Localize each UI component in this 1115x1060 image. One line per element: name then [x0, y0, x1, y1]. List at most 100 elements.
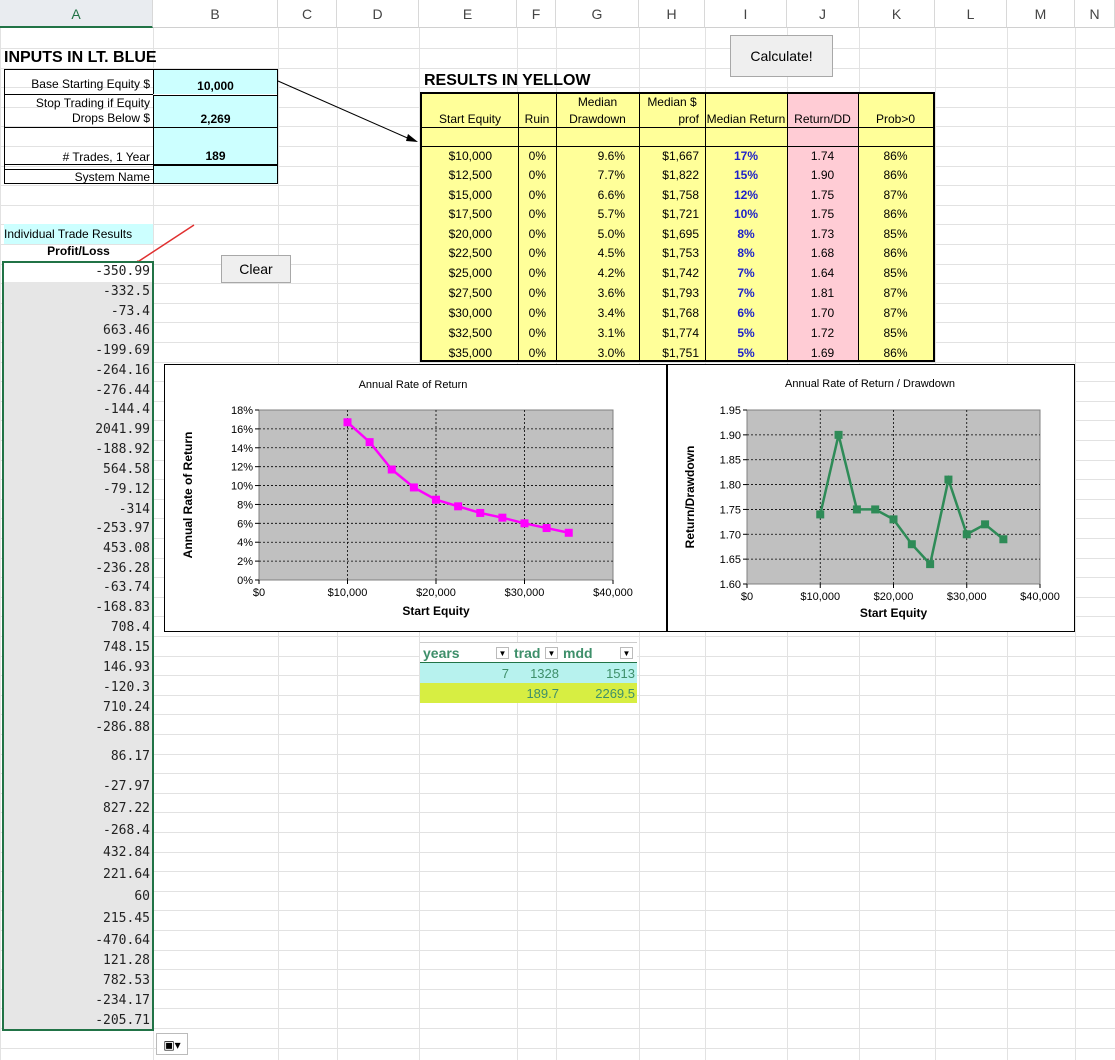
- chart-annual-return[interactable]: 0% 2% 4% 6% 8% 10% 12% 14% 16% 18% $0 $10,000 $20,00…: [164, 364, 667, 632]
- results-cell-r10-c4[interactable]: 5%: [705, 344, 787, 363]
- results-cell-r8-c5[interactable]: 1.70: [787, 304, 858, 323]
- data-point[interactable]: [498, 513, 507, 522]
- trade-value-cell[interactable]: 60: [4, 889, 152, 904]
- filter-years-icon[interactable]: ▼: [496, 647, 509, 659]
- trade-value-cell[interactable]: -350.99: [4, 264, 152, 279]
- results-cell-r0-c4[interactable]: 17%: [705, 147, 787, 166]
- filter-trad-icon[interactable]: ▼: [545, 647, 558, 659]
- results-cell-r7-c3[interactable]: $1,793: [639, 284, 705, 303]
- trade-value-cell[interactable]: 748.15: [4, 640, 152, 655]
- paste-options-icon[interactable]: ▣▾: [156, 1033, 188, 1055]
- results-cell-r1-c5[interactable]: 1.90: [787, 166, 858, 185]
- data-point[interactable]: [365, 438, 374, 447]
- data-point[interactable]: [907, 540, 916, 549]
- trade-value-cell[interactable]: 2041.99: [4, 422, 152, 437]
- results-cell-r3-c0[interactable]: $17,500: [422, 205, 518, 224]
- results-cell-r10-c0[interactable]: $35,000: [422, 344, 518, 363]
- data-point[interactable]: [409, 483, 418, 492]
- results-cell-r4-c0[interactable]: $20,000: [422, 225, 518, 244]
- results-cell-r8-c2[interactable]: 3.4%: [556, 304, 639, 323]
- results-cell-r0-c2[interactable]: 9.6%: [556, 147, 639, 166]
- results-cell-r10-c5[interactable]: 1.69: [787, 344, 858, 363]
- trade-value-cell[interactable]: 432.84: [4, 845, 152, 860]
- results-cell-r4-c4[interactable]: 8%: [705, 225, 787, 244]
- results-cell-r5-c6[interactable]: 86%: [858, 244, 933, 263]
- data-point[interactable]: [871, 505, 880, 514]
- data-point[interactable]: [999, 535, 1008, 544]
- results-cell-r10-c1[interactable]: 0%: [518, 344, 556, 363]
- results-cell-r4-c5[interactable]: 1.73: [787, 225, 858, 244]
- trade-value-cell[interactable]: -199.69: [4, 343, 152, 358]
- data-point[interactable]: [387, 465, 396, 474]
- trade-value-cell[interactable]: -168.83: [4, 600, 152, 615]
- results-cell-r5-c1[interactable]: 0%: [518, 244, 556, 263]
- results-cell-r6-c2[interactable]: 4.2%: [556, 264, 639, 283]
- trade-value-cell[interactable]: 564.58: [4, 462, 152, 477]
- results-cell-r3-c6[interactable]: 86%: [858, 205, 933, 224]
- results-cell-r0-c0[interactable]: $10,000: [422, 147, 518, 166]
- trade-value-cell[interactable]: -188.92: [4, 442, 152, 457]
- results-cell-r10-c2[interactable]: 3.0%: [556, 344, 639, 363]
- trade-value-cell[interactable]: 827.22: [4, 801, 152, 816]
- results-cell-r2-c3[interactable]: $1,758: [639, 186, 705, 205]
- small-table-r2-trad[interactable]: 189.7: [509, 686, 559, 701]
- small-table-header-mdd[interactable]: mdd: [563, 645, 593, 661]
- results-cell-r3-c3[interactable]: $1,721: [639, 205, 705, 224]
- results-cell-r4-c3[interactable]: $1,695: [639, 225, 705, 244]
- results-cell-r9-c4[interactable]: 5%: [705, 324, 787, 343]
- trade-value-cell[interactable]: -268.4: [4, 823, 152, 838]
- results-cell-r7-c6[interactable]: 87%: [858, 284, 933, 303]
- results-cell-r10-c3[interactable]: $1,751: [639, 344, 705, 363]
- data-point[interactable]: [454, 502, 463, 511]
- data-point[interactable]: [962, 530, 971, 539]
- results-cell-r1-c2[interactable]: 7.7%: [556, 166, 639, 185]
- results-cell-r5-c5[interactable]: 1.68: [787, 244, 858, 263]
- data-point[interactable]: [981, 520, 990, 529]
- results-cell-r6-c1[interactable]: 0%: [518, 264, 556, 283]
- trade-value-cell[interactable]: 708.4: [4, 620, 152, 635]
- results-cell-r7-c4[interactable]: 7%: [705, 284, 787, 303]
- small-table-r1-years[interactable]: 7: [420, 666, 509, 681]
- results-cell-r9-c6[interactable]: 85%: [858, 324, 933, 343]
- trade-value-cell[interactable]: -264.16: [4, 363, 152, 378]
- results-cell-r5-c3[interactable]: $1,753: [639, 244, 705, 263]
- results-cell-r9-c1[interactable]: 0%: [518, 324, 556, 343]
- results-cell-r2-c0[interactable]: $15,000: [422, 186, 518, 205]
- results-cell-r6-c6[interactable]: 85%: [858, 264, 933, 283]
- trade-value-cell[interactable]: -236.28: [4, 561, 152, 576]
- results-cell-r4-c2[interactable]: 5.0%: [556, 225, 639, 244]
- trade-value-cell[interactable]: -332.5: [4, 284, 152, 299]
- trade-value-cell[interactable]: -63.74: [4, 580, 152, 595]
- results-cell-r3-c5[interactable]: 1.75: [787, 205, 858, 224]
- data-point[interactable]: [852, 505, 861, 514]
- trade-value-cell[interactable]: 221.64: [4, 867, 152, 882]
- results-cell-r10-c6[interactable]: 86%: [858, 344, 933, 363]
- small-table-r1-trad[interactable]: 1328: [509, 666, 559, 681]
- results-cell-r2-c2[interactable]: 6.6%: [556, 186, 639, 205]
- data-point[interactable]: [476, 508, 485, 517]
- results-cell-r9-c5[interactable]: 1.72: [787, 324, 858, 343]
- results-cell-r3-c2[interactable]: 5.7%: [556, 205, 639, 224]
- chart-return-drawdown[interactable]: 1.60 1.65 1.70 1.75 1.80 1.85 1.90 1.95 $0 $10,00…: [667, 364, 1075, 632]
- trade-value-cell[interactable]: -276.44: [4, 383, 152, 398]
- results-cell-r2-c5[interactable]: 1.75: [787, 186, 858, 205]
- trade-value-cell[interactable]: -73.4: [4, 304, 152, 319]
- data-point[interactable]: [542, 524, 551, 533]
- data-point[interactable]: [834, 430, 843, 439]
- results-cell-r9-c2[interactable]: 3.1%: [556, 324, 639, 343]
- trade-value-cell[interactable]: 453.08: [4, 541, 152, 556]
- data-point[interactable]: [816, 510, 825, 519]
- small-table-r2-mdd[interactable]: 2269.5: [559, 686, 635, 701]
- results-cell-r0-c5[interactable]: 1.74: [787, 147, 858, 166]
- results-cell-r7-c0[interactable]: $27,500: [422, 284, 518, 303]
- results-cell-r3-c4[interactable]: 10%: [705, 205, 787, 224]
- trade-value-cell[interactable]: 663.46: [4, 323, 152, 338]
- results-cell-r6-c0[interactable]: $25,000: [422, 264, 518, 283]
- trade-value-cell[interactable]: -286.88: [4, 720, 152, 735]
- results-cell-r1-c3[interactable]: $1,822: [639, 166, 705, 185]
- results-cell-r6-c4[interactable]: 7%: [705, 264, 787, 283]
- plot-area[interactable]: [746, 409, 1041, 585]
- results-cell-r6-c5[interactable]: 1.64: [787, 264, 858, 283]
- results-cell-r4-c1[interactable]: 0%: [518, 225, 556, 244]
- filter-mdd-icon[interactable]: ▼: [620, 647, 633, 659]
